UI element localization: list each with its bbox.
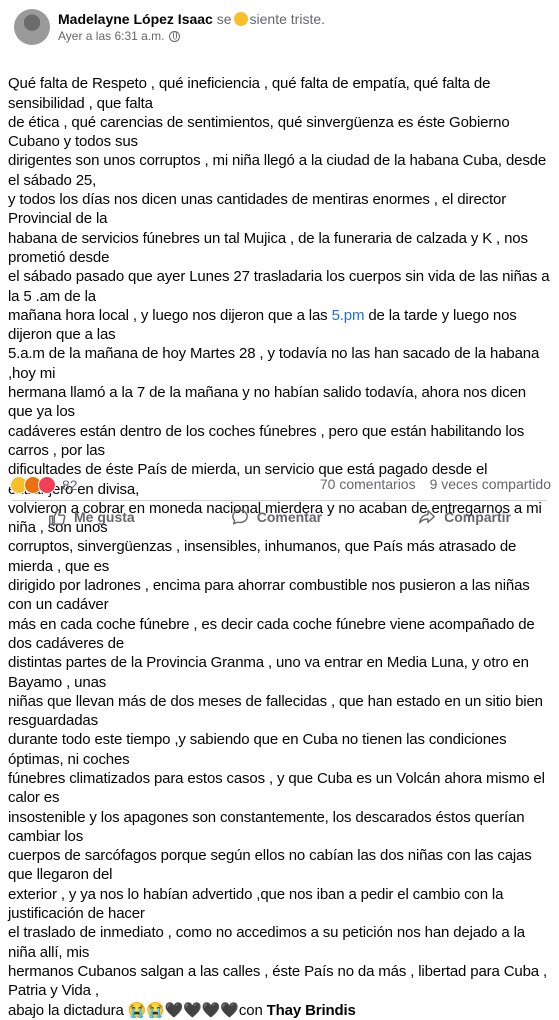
action-bar: Me gusta Comentar Compartir (0, 504, 559, 530)
post-body: Qué falta de Respeto , qué ineficiencia … (8, 55, 554, 1020)
like-label: Me gusta (74, 509, 135, 525)
post-timestamp[interactable]: Ayer a las 6:31 a.m. (58, 28, 165, 44)
reactions-summary[interactable]: 82 (10, 476, 78, 494)
globe-icon (168, 30, 180, 42)
comment-button[interactable]: Comentar (231, 504, 322, 530)
comment-bubble-icon (231, 509, 248, 525)
like-button[interactable]: Me gusta (48, 504, 135, 530)
time-link[interactable]: 5.pm (332, 307, 365, 324)
post-meta: Madelayne López Isaac se siente triste. A… (58, 10, 325, 44)
share-button[interactable]: Compartir (418, 504, 511, 530)
author-name[interactable]: Madelayne López Isaac (58, 11, 213, 27)
share-arrow-icon (419, 509, 435, 524)
love-reaction-icon (38, 476, 56, 494)
shares-count[interactable]: 9 veces compartido (430, 476, 551, 492)
sad-face-emoji-icon (233, 12, 248, 26)
share-label: Compartir (444, 509, 511, 525)
divider (12, 500, 547, 501)
post-text-1: Qué falta de Respeto , qué ineficiencia … (8, 75, 550, 324)
timestamp-line: Ayer a las 6:31 a.m. (58, 28, 325, 44)
thumbs-up-icon (49, 509, 66, 525)
post-text-2: de la tarde y luego nos dijeron que a la… (8, 306, 547, 1019)
reaction-count: 82 (62, 477, 78, 493)
author-line: Madelayne López Isaac se siente triste. (58, 10, 325, 28)
post-stats: 70 comentarios 9 veces compartido (320, 476, 551, 492)
comments-count[interactable]: 70 comentarios (320, 476, 416, 492)
post-header: Madelayne López Isaac se siente triste. A… (14, 8, 325, 46)
feeling-text: siente triste. (249, 11, 326, 27)
comment-label: Comentar (256, 509, 323, 525)
feeling-prefix: se (216, 11, 232, 27)
author-avatar[interactable] (14, 9, 50, 45)
tagged-user-link[interactable]: Thay Brindis (267, 1002, 356, 1019)
facebook-post: Madelayne López Isaac se siente triste. A… (0, 0, 559, 1019)
